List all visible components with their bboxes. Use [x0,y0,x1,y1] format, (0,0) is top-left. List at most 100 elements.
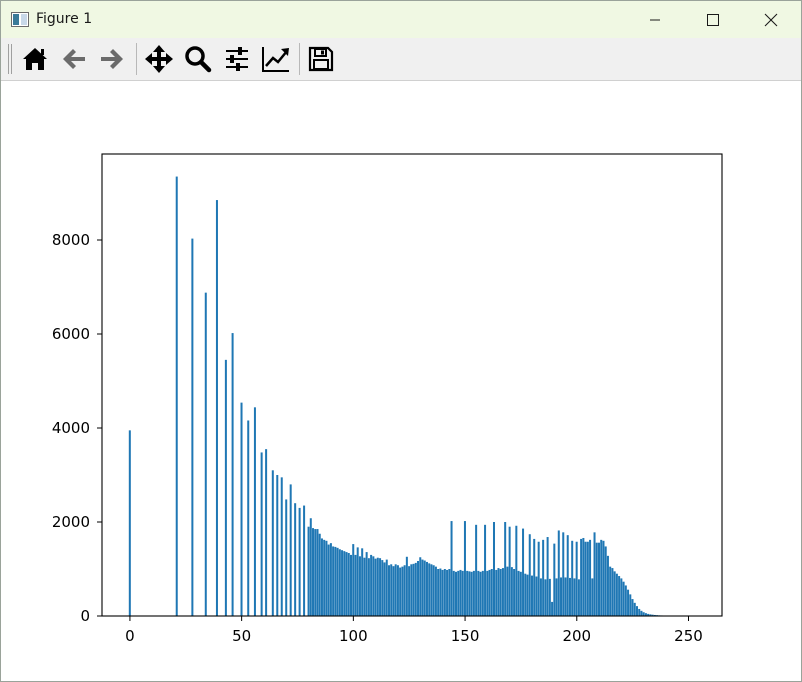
toolbar-grip-icon[interactable] [7,44,13,74]
histogram-bar [575,541,578,616]
y-tick-label: 6000 [52,325,90,343]
floppy-disk-icon [308,46,334,72]
histogram-bar [294,503,297,616]
home-button[interactable] [18,42,52,76]
pan-button[interactable] [142,42,176,76]
histogram-bar [437,569,440,616]
histogram-bar [544,579,547,616]
histogram-bar [479,571,482,616]
zoom-button[interactable] [181,42,215,76]
histogram-bar [443,569,446,616]
histogram-bar [606,555,609,616]
histogram-bar [289,484,292,616]
histogram-bar [345,552,348,616]
y-tick-label: 2000 [52,513,90,531]
back-button[interactable] [57,42,91,76]
histogram-bar [354,554,357,616]
histogram-bar [629,594,632,616]
histogram-bar [383,562,386,616]
histogram-bar [589,539,592,616]
histogram-bar [609,566,612,616]
histogram-bar [425,561,428,616]
edit-axis-button[interactable] [259,42,293,76]
histogram-bar [336,547,339,616]
histogram-bar [215,200,218,616]
histogram-bar [341,550,344,616]
histogram-bar [271,470,274,616]
histogram-bar [334,546,337,616]
histogram-bar [517,570,520,616]
histogram-bar [513,569,516,616]
histogram-bar [455,571,458,616]
histogram-bar [528,534,531,616]
histogram-bar [191,238,194,616]
histogram-bar [635,606,638,616]
histogram-bar [405,556,408,616]
histogram-bar [573,578,576,616]
minimize-button[interactable] [626,1,684,38]
home-icon [23,48,47,70]
histogram-bar [459,569,462,616]
histogram-bar [535,576,538,616]
histogram-bar [365,552,368,616]
histogram-bar [510,567,513,616]
histogram-bar [624,585,627,616]
title-bar: Figure 1 [1,1,801,38]
histogram-bar [240,402,243,616]
histogram-bar [399,567,402,616]
histogram-bar [524,573,527,616]
y-tick-label: 8000 [52,231,90,249]
forward-button[interactable] [95,42,129,76]
histogram-bar [316,529,319,616]
histogram-bar [396,565,399,616]
histogram-bar [618,576,621,616]
histogram-bar [408,566,411,616]
histogram-bar [325,540,328,616]
histogram-bar [421,559,424,616]
x-tick-label: 150 [451,627,480,645]
histogram-bar [555,578,558,616]
y-axis: 0 2000 4000 6000 8000 [52,231,102,625]
histogram-bar [584,541,587,616]
histogram-bar [423,560,426,616]
histogram-bar [582,537,585,616]
histogram-bar [332,546,335,616]
histogram-bar [412,563,415,616]
histogram-bar [530,575,533,616]
histogram-chart: 0 50 100 150 200 250 0 2000 4000 6000 8000 [52,153,723,645]
maximize-button[interactable] [684,1,742,38]
histogram-bar [519,571,522,616]
bars-group [128,176,690,616]
histogram-bar [381,560,384,616]
histogram-bar [457,570,460,616]
histogram-bar [461,570,464,616]
histogram-bar [338,549,341,616]
histogram-bar [492,522,495,616]
histogram-bar [611,568,614,616]
histogram-bar [481,570,484,616]
histogram-bar [627,589,630,616]
histogram-bar [392,566,395,616]
histogram-bar [499,569,502,616]
histogram-bar [309,518,312,616]
histogram-bar [560,577,563,616]
histogram-bar [441,569,444,616]
configure-subplots-button[interactable] [220,42,254,76]
histogram-bar [490,569,493,616]
figure-canvas[interactable]: 0 50 100 150 200 250 0 2000 4000 6000 8000 [1,81,801,681]
histogram-bar [598,542,601,616]
histogram-bar [477,570,480,616]
histogram-bar [591,578,594,616]
histogram-bar [361,548,364,616]
histogram-bar [367,558,370,616]
histogram-bar [434,566,437,616]
save-button[interactable] [304,42,338,76]
histogram-bar [428,563,431,616]
histogram-bar [390,564,393,616]
histogram-bar [577,579,580,616]
histogram-bar [280,477,283,616]
navigation-toolbar [1,38,801,81]
histogram-bar [470,571,473,616]
histogram-bar [484,524,487,616]
close-button[interactable] [742,1,800,38]
